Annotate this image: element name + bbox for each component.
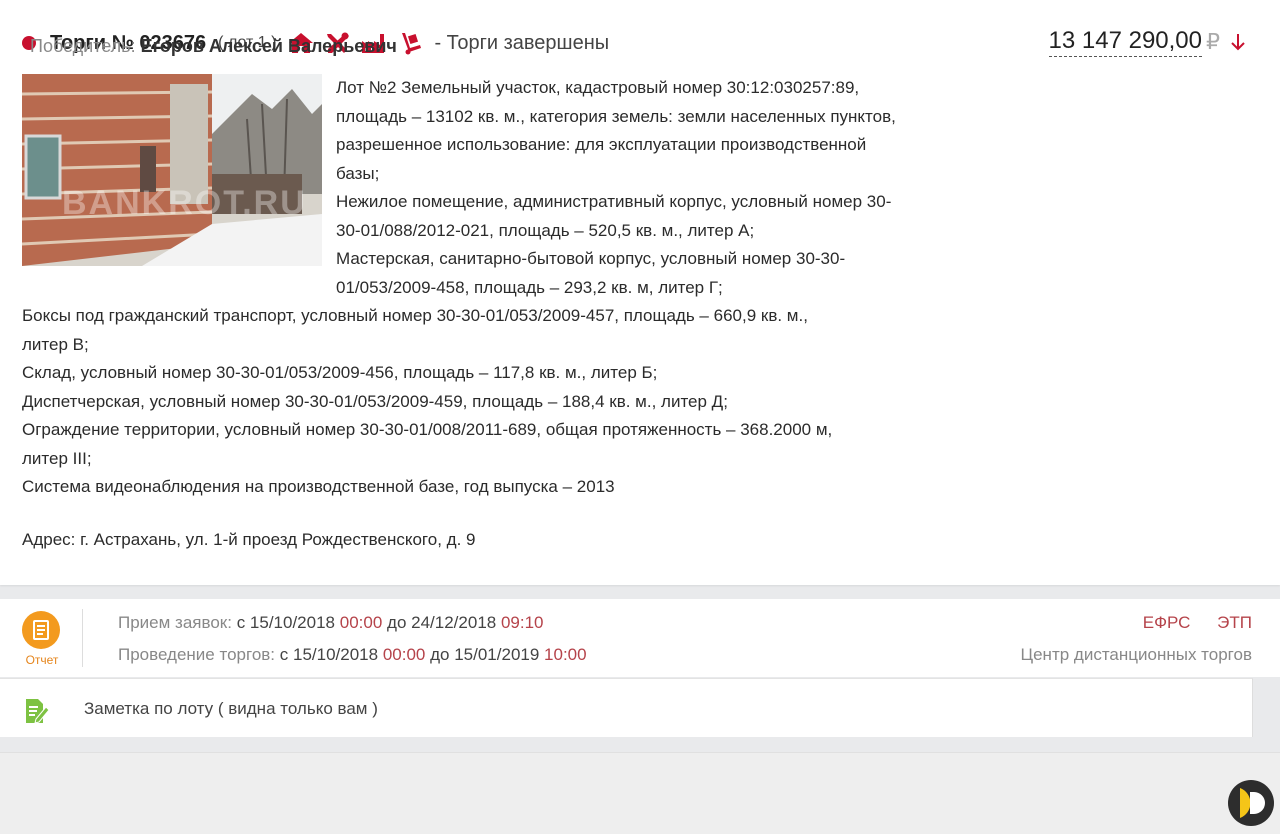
description-line: Ограждение территории, условный номер 30…: [22, 420, 833, 439]
winner-name: Егоров Алексей Валерьевич: [140, 36, 397, 56]
auction-from-time: 00:00: [382, 645, 426, 664]
applications-from-date: 15/10/2018: [249, 613, 336, 632]
applications-to-date: 24/12/2018: [411, 613, 497, 632]
lot-card: Торги № 023676 ( лот 1 ) - Торги заверше…: [0, 0, 1280, 585]
hand-truck-icon[interactable]: [396, 31, 422, 55]
platform-name[interactable]: Центр дистанционных торгов: [1021, 645, 1252, 665]
applications-from-time: 00:00: [339, 613, 383, 632]
applications-to-prefix: до: [387, 613, 407, 632]
description-line: Диспетчерская, условный номер 30-30-01/0…: [22, 391, 728, 411]
winner-label: Победитель:: [30, 36, 136, 56]
report-label[interactable]: Отчет: [22, 653, 62, 667]
applications-to-time: 09:10: [500, 613, 544, 632]
auction-to-date: 15/01/2019: [454, 645, 540, 664]
applications-label: Прием заявок:: [118, 613, 232, 632]
auction-from-date: 15/10/2018: [293, 645, 379, 664]
price-value[interactable]: 13 147 290,00: [1048, 26, 1202, 57]
auction-to-prefix: до: [430, 645, 450, 664]
schedule-panel: Отчет Прием заявок: с 15/10/2018 00:00 д…: [0, 599, 1280, 677]
lot-note[interactable]: Заметка по лоту ( видна только вам ): [0, 678, 1253, 737]
efrs-link[interactable]: ЕФРС: [1143, 613, 1191, 632]
auction-label: Проведение торгов:: [118, 645, 276, 664]
note-text[interactable]: Заметка по лоту ( видна только вам ): [84, 699, 378, 719]
description-line: Склад, условный номер 30-30-01/053/2009-…: [22, 363, 658, 382]
currency-symbol: ₽: [1206, 28, 1220, 54]
winner-panel: [0, 752, 1280, 834]
description-line: литер III;: [22, 448, 92, 468]
auction-from-prefix: с: [279, 645, 289, 664]
lot-address: Адрес: г. Астрахань, ул. 1-й проезд Рожд…: [22, 530, 476, 549]
lot-description: Лот №2 Земельный участок, кадастровый но…: [22, 74, 1012, 502]
applications-row: Прием заявок: с 15/10/2018 00:00 до 24/1…: [118, 613, 544, 633]
auction-to-time: 10:00: [544, 645, 587, 664]
auction-status: - Торги завершены: [434, 31, 610, 54]
note-edit-icon[interactable]: [24, 697, 50, 725]
applications-from-prefix: с: [236, 613, 246, 632]
price-down-arrow-icon: [1231, 33, 1245, 50]
divider: [82, 609, 83, 667]
winner-row: Победитель: Егоров Алексей Валерьевич: [30, 36, 397, 57]
description-line: Система видеонаблюдения на производствен…: [22, 477, 615, 496]
site-logo-icon[interactable]: [1226, 778, 1276, 828]
description-line: Боксы под гражданский транспорт, условны…: [22, 306, 808, 325]
price-block: 13 147 290,00 ₽: [1048, 26, 1246, 57]
report-button[interactable]: Отчет: [22, 611, 62, 667]
report-icon[interactable]: [22, 611, 60, 649]
etp-link[interactable]: ЭТП: [1217, 613, 1252, 632]
description-line: литер В;: [22, 334, 89, 354]
platform-links: ЕФРС ЭТП: [1121, 613, 1252, 633]
auction-row: Проведение торгов: с 15/10/2018 00:00 до…: [118, 645, 587, 665]
